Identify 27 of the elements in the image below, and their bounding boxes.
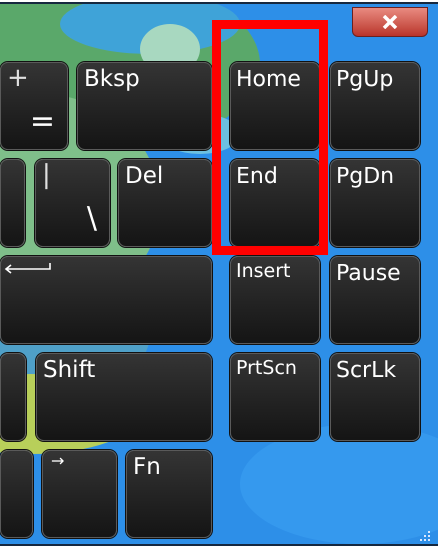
key-label: \	[86, 204, 97, 234]
close-button[interactable]	[352, 7, 428, 37]
keyboard-key[interactable]: PrtScn	[230, 353, 320, 441]
keyboard-key[interactable]	[0, 159, 25, 247]
keyboard-key[interactable]: End	[230, 159, 320, 247]
keyboard-key[interactable]: Bksp	[77, 62, 212, 150]
keyboard-key[interactable]: Fn	[126, 450, 212, 538]
key-label: =	[30, 107, 55, 137]
keyboard-key[interactable]: Shift	[36, 353, 212, 441]
keyboard-key[interactable]: PgDn	[330, 159, 420, 247]
enter-icon	[3, 263, 51, 275]
resize-grip-icon	[418, 531, 432, 543]
keyboard-key[interactable]: →	[42, 450, 117, 538]
keyboard-key[interactable]	[0, 353, 26, 441]
keyboard-key[interactable]: PgUp	[330, 62, 420, 150]
keyboard-key[interactable]: Pause	[330, 256, 420, 344]
keyboard-key[interactable]: Insert	[230, 256, 320, 344]
keyboard-key[interactable]	[0, 450, 33, 538]
key-label: +	[7, 65, 29, 91]
close-icon	[382, 15, 398, 29]
keyboard-key[interactable]: Del	[118, 159, 212, 247]
keyboard-key[interactable]: + =	[0, 62, 68, 150]
keyboard-key[interactable]: ScrLk	[330, 353, 420, 441]
keyboard-key[interactable]: Home	[230, 62, 320, 150]
keyboard-key[interactable]: | \	[35, 159, 110, 247]
enter-key[interactable]	[0, 256, 212, 344]
key-label: |	[42, 162, 51, 188]
